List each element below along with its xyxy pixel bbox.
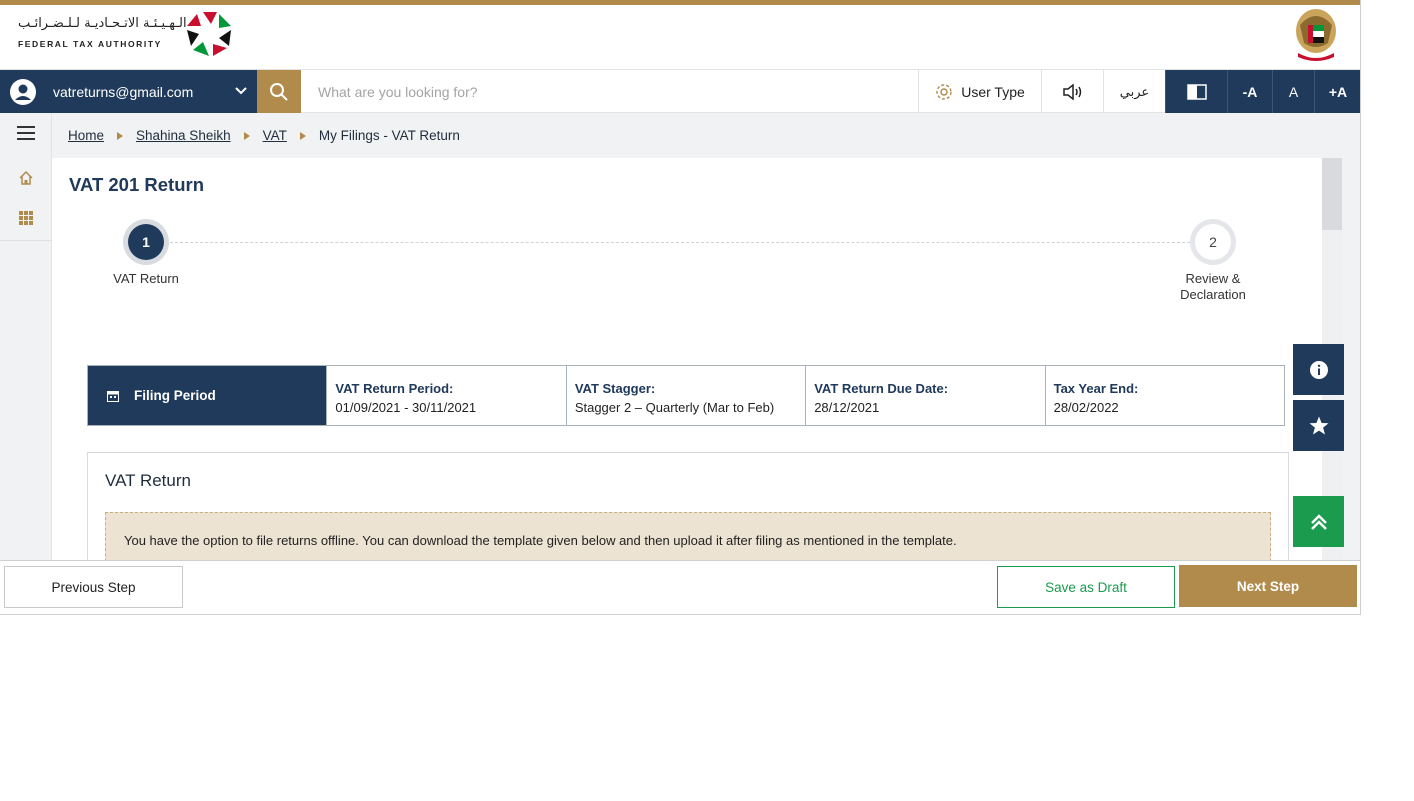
page-title: VAT 201 Return <box>69 174 205 195</box>
menu-toggle-button[interactable] <box>0 113 52 153</box>
left-sidebar <box>0 113 52 560</box>
sidebar-divider <box>0 240 52 241</box>
site-header: الـهـيـئـة الاتـحـاديـة لـلـضـرائـب FEDE… <box>0 5 1360 69</box>
home-icon <box>19 170 33 185</box>
breadcrumb-separator-icon <box>243 131 250 140</box>
offline-filing-notice: You have the option to file returns offl… <box>105 512 1271 560</box>
logo-arabic-text[interactable]: الـهـيـئـة الاتـحـاديـة لـلـضـرائـب <box>18 16 187 31</box>
user-email: vatreturns@gmail.com <box>53 84 194 100</box>
user-menu[interactable]: vatreturns@gmail.com <box>0 70 257 114</box>
search-input[interactable] <box>306 76 906 108</box>
filing-cell-value: Stagger 2 – Quarterly (Mar to Feb) <box>574 400 775 415</box>
breadcrumb-vat[interactable]: VAT <box>263 128 287 143</box>
sidebar-item-home[interactable] <box>0 158 52 198</box>
calendar-icon <box>107 390 119 402</box>
language-toggle[interactable]: عربي <box>1103 70 1165 114</box>
font-decrease-button[interactable]: -A <box>1227 70 1272 114</box>
step-2-number: 2 <box>1195 224 1231 260</box>
filing-cell-value: 01/09/2021 - 30/11/2021 <box>335 400 477 415</box>
top-navigation-bar: vatreturns@gmail.com User Type <box>0 69 1360 114</box>
vat-return-title: VAT Return <box>105 471 191 490</box>
app-frame: الـهـيـئـة الاتـحـاديـة لـلـضـرائـب FEDE… <box>0 0 1361 615</box>
gear-icon <box>936 84 952 100</box>
vat-return-section: VAT Return You have the option to file r… <box>87 452 1289 560</box>
grid-icon <box>19 211 33 225</box>
contrast-toggle[interactable] <box>1165 70 1227 114</box>
filing-cell-value: 28/02/2022 <box>1053 400 1119 415</box>
uae-emblem-icon <box>1296 9 1336 61</box>
next-step-button[interactable]: Next Step <box>1179 565 1357 607</box>
breadcrumb-home[interactable]: Home <box>68 128 104 143</box>
filing-cell-label: Tax Year End: <box>1053 381 1139 396</box>
font-increase-button[interactable]: +A <box>1314 70 1360 114</box>
breadcrumb-current: My Filings - VAT Return <box>318 128 460 143</box>
step-1-number: 1 <box>128 224 164 260</box>
breadcrumb-user[interactable]: Shahina Sheikh <box>136 128 231 143</box>
filing-cell-due-date: VAT Return Due Date: 28/12/2021 <box>805 366 1044 425</box>
filing-period-heading-text: Filing Period <box>134 388 216 403</box>
filing-cell-stagger: VAT Stagger: Stagger 2 – Quarterly (Mar … <box>565 366 805 425</box>
speaker-icon <box>1062 83 1081 101</box>
user-type-label: User Type <box>961 84 1025 100</box>
search-button[interactable] <box>257 70 301 114</box>
hamburger-menu-icon <box>17 126 35 140</box>
favorites-button[interactable] <box>1293 400 1344 451</box>
filing-cell-tax-year-end: Tax Year End: 28/02/2022 <box>1044 366 1284 425</box>
save-draft-button[interactable]: Save as Draft <box>997 566 1175 608</box>
user-circle-icon <box>10 79 36 105</box>
filing-period-panel: Filing Period VAT Return Period: 01/09/2… <box>87 365 1285 426</box>
info-button[interactable] <box>1293 344 1344 395</box>
step-2-label: Review & Declaration <box>1180 271 1246 302</box>
footer-actions: Previous Step Save as Draft Next Step <box>0 560 1360 614</box>
user-type-button[interactable]: User Type <box>918 70 1041 114</box>
filing-cell-label: VAT Return Period: <box>335 381 454 396</box>
stepper-connector <box>170 242 1190 243</box>
right-gutter <box>1342 158 1360 560</box>
scroll-to-top-button[interactable] <box>1293 496 1344 547</box>
breadcrumb-separator-icon <box>117 131 124 140</box>
filing-cell-value: 28/12/2021 <box>814 400 880 415</box>
filing-cell-return-period: VAT Return Period: 01/09/2021 - 30/11/20… <box>326 366 565 425</box>
double-chevron-up-icon <box>1310 513 1327 530</box>
info-icon <box>1309 360 1328 379</box>
star-icon <box>1309 416 1328 434</box>
read-aloud-button[interactable] <box>1041 70 1103 114</box>
breadcrumb-separator-icon <box>299 131 306 140</box>
fta-logo-mark[interactable] <box>183 8 235 60</box>
chevron-down-icon <box>235 87 247 95</box>
step-1-label: VAT Return <box>113 271 179 286</box>
step-2-indicator[interactable]: 2 <box>1190 219 1236 265</box>
scrollbar-thumb[interactable] <box>1322 158 1342 230</box>
search-icon <box>270 83 288 101</box>
step-1-indicator[interactable]: 1 <box>123 219 169 265</box>
main-content: VAT 201 Return 1 VAT Return 2 Review & D… <box>52 158 1322 560</box>
logo-english-text[interactable]: FEDERAL TAX AUTHORITY <box>18 39 162 49</box>
filing-cell-label: VAT Stagger: <box>574 381 656 396</box>
font-normal-button[interactable]: A <box>1272 70 1314 114</box>
filing-period-heading: Filing Period <box>88 366 327 425</box>
breadcrumb: Home Shahina Sheikh VAT My Filings - VAT… <box>52 113 1360 158</box>
sidebar-item-apps[interactable] <box>0 198 52 238</box>
contrast-icon <box>1186 84 1207 100</box>
previous-step-button[interactable]: Previous Step <box>4 566 183 608</box>
filing-cell-label: VAT Return Due Date: <box>814 381 949 396</box>
